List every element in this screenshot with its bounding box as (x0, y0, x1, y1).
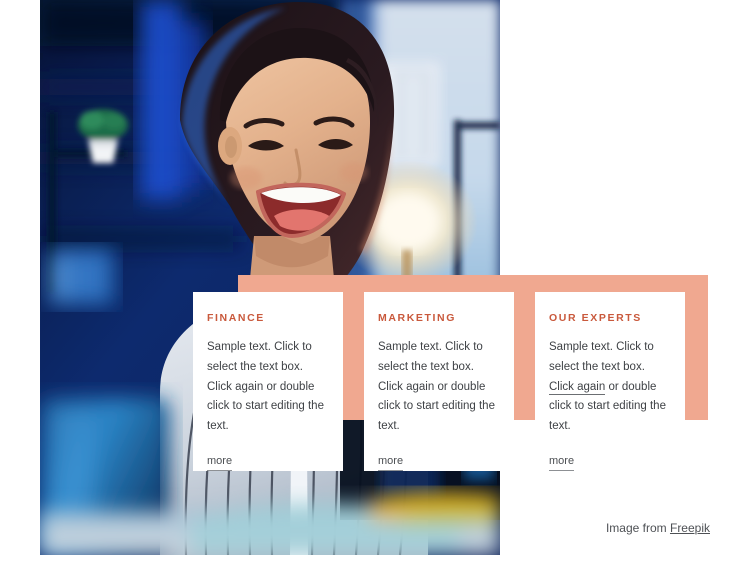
card-text-our-experts: Sample text. Click to select the text bo… (549, 338, 667, 437)
card-text-before: Sample text. Click to select the text bo… (549, 341, 654, 373)
more-link-our-experts[interactable]: more (549, 455, 575, 471)
card-title-marketing: MARKETING (378, 312, 456, 324)
feature-card-finance: FINANCE Sample text. Click to select the… (193, 292, 343, 471)
card-text-marketing: Sample text. Click to select the text bo… (378, 338, 496, 437)
card-title-our-experts: OUR EXPERTS (549, 312, 642, 324)
card-title-finance: FINANCE (207, 312, 265, 324)
card-text-after: Click again or double click to start edi… (207, 380, 324, 433)
card-text-before: Sample text. Click to select the text bo… (207, 341, 312, 373)
feature-card-marketing: MARKETING Sample text. Click to select t… (364, 292, 514, 471)
card-text-after: Click again or double click to start edi… (378, 380, 495, 433)
card-text-finance: Sample text. Click to select the text bo… (207, 338, 325, 437)
attribution-prefix: Image from (605, 521, 670, 535)
image-attribution: Image from Freepik (606, 521, 710, 535)
page-root: FINANCE Sample text. Click to select the… (0, 0, 750, 561)
attribution-link-freepik[interactable]: Freepik (670, 521, 710, 535)
feature-card-row: FINANCE Sample text. Click to select the… (193, 292, 685, 471)
more-link-finance[interactable]: more (207, 455, 233, 471)
inline-link-click-again[interactable]: Click again (549, 380, 606, 395)
feature-card-our-experts: OUR EXPERTS Sample text. Click to select… (535, 292, 685, 471)
more-link-marketing[interactable]: more (378, 455, 404, 471)
card-text-before: Sample text. Click to select the text bo… (378, 341, 483, 373)
